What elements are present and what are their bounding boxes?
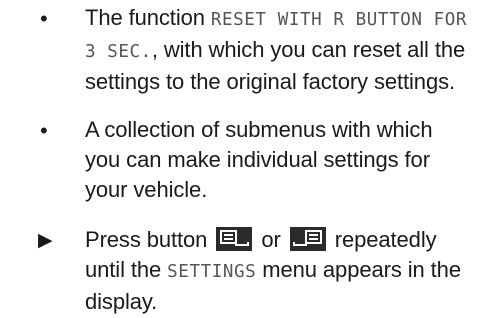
instruction-arrow-marker: ▶ xyxy=(38,230,53,251)
instruction-text: Press button or repeatedly until the SET… xyxy=(85,227,461,314)
display-previous-button-icon xyxy=(216,227,253,251)
bullet-marker: • xyxy=(40,6,48,31)
reset-description: The function RESET WITH R BUTTON FOR 3 S… xyxy=(85,5,468,94)
settings-menu-name: SETTINGS xyxy=(167,262,257,282)
reset-function-name: RESET WITH R BUTTON FOR xyxy=(210,10,468,30)
bullet-marker: • xyxy=(40,118,48,143)
reset-function-duration: 3 SEC. xyxy=(85,42,152,62)
submenus-description: A collection of submenus with which you … xyxy=(85,117,433,202)
manual-page: • The function RESET WITH R BUTTON FOR 3… xyxy=(0,0,481,318)
display-next-button-icon xyxy=(289,227,326,251)
